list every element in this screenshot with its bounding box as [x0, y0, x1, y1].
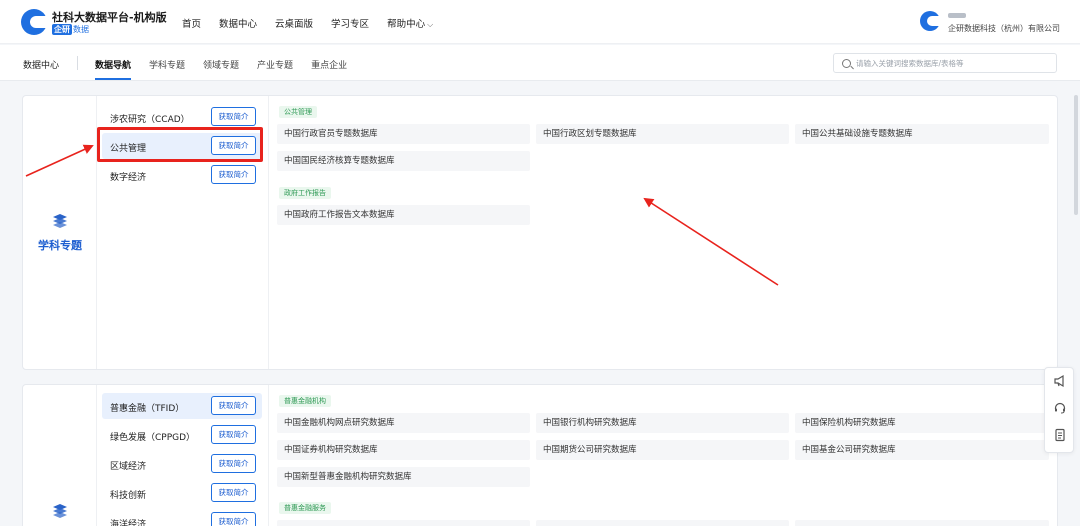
user-name-redacted	[948, 13, 966, 18]
sub-nav-bar: 数据中心 数据导航 学科专题 领域专题 产业专题 重点企业	[0, 45, 1080, 81]
nav-learning[interactable]: 学习专区	[331, 16, 369, 30]
database-item[interactable]: 中国证券机构研究数据库	[277, 440, 530, 460]
nav-help-label: 帮助中心	[387, 19, 426, 30]
group-tag: 普惠金融服务	[279, 502, 331, 514]
database-item[interactable]: 中国银行机构研究数据库	[536, 413, 789, 433]
get-intro-button[interactable]: 获取简介	[211, 107, 256, 126]
top-nav: 首页 数据中心 云桌面版 学习专区 帮助中心 ⌵	[182, 16, 451, 30]
get-intro-button[interactable]: 获取简介	[211, 165, 256, 184]
user-company[interactable]: 企研数据科技（杭州）有限公司	[948, 23, 1060, 34]
category-item-selected[interactable]: 普惠金融（TFID） 获取简介	[102, 393, 262, 419]
category-item-selected[interactable]: 公共管理 获取简介	[102, 133, 262, 159]
group-tag: 普惠金融机构	[279, 395, 331, 407]
get-intro-button[interactable]: 获取简介	[211, 454, 256, 473]
category-list: 普惠金融（TFID） 获取简介 绿色发展（CPPGD） 获取简介 区域经济 获取…	[97, 385, 269, 526]
database-item[interactable]: 中国期货公司研究数据库	[536, 440, 789, 460]
category-label: 公共管理	[110, 144, 147, 154]
tab-key-enterprises[interactable]: 重点企业	[311, 58, 347, 80]
nav-cloud-desktop[interactable]: 云桌面版	[275, 16, 313, 30]
group-tag: 政府工作报告	[279, 187, 331, 199]
search-input[interactable]	[856, 56, 1051, 70]
get-intro-button[interactable]: 获取简介	[211, 512, 256, 526]
category-label: 绿色发展（CPPGD）	[110, 433, 196, 443]
category-list: 涉农研究（CCAD） 获取简介 公共管理 获取简介 数字经济 获取简介	[97, 96, 269, 369]
category-item[interactable]: 数字经济 获取简介	[102, 162, 262, 188]
category-item[interactable]: 绿色发展（CPPGD） 获取简介	[102, 422, 262, 448]
database-item[interactable]: 中国公共基础设施专题数据库	[795, 124, 1049, 144]
database-list: 普惠金融机构 中国金融机构网点研究数据库 中国银行机构研究数据库 中国保险机构研…	[275, 385, 1055, 526]
chevron-down-icon: ⌵	[427, 20, 434, 29]
tab-data-navigation[interactable]: 数据导航	[95, 58, 132, 80]
get-intro-button[interactable]: 获取简介	[211, 483, 256, 502]
category-item[interactable]: 海洋经济 获取简介	[102, 509, 262, 526]
group-tag: 公共管理	[279, 106, 317, 118]
database-item[interactable]: 中国行政官员专题数据库	[277, 124, 530, 144]
sub-nav: 数据导航 学科专题 领域专题 产业专题 重点企业	[95, 58, 365, 80]
category-label: 海洋经济	[110, 520, 147, 526]
layers-icon	[52, 214, 68, 228]
database-item[interactable]: 中国行政区划专题数据库	[536, 124, 789, 144]
nav-home[interactable]: 首页	[182, 16, 201, 30]
tab-subject-topics[interactable]: 学科专题	[149, 58, 185, 80]
database-item-partial[interactable]	[536, 520, 789, 526]
user-avatar-icon[interactable]	[920, 11, 940, 31]
divider	[77, 56, 78, 70]
category-item[interactable]: 涉农研究（CCAD） 获取简介	[102, 104, 262, 130]
brand-sub-text: 数据	[73, 25, 89, 34]
logo-icon[interactable]	[21, 9, 47, 35]
brand-subtitle: 企研 数据	[52, 24, 89, 35]
category-item[interactable]: 区域经济 获取简介	[102, 451, 262, 477]
panel-subject-topics: 学科专题 涉农研究（CCAD） 获取简介 公共管理 获取简介 数字经济 获取简介…	[22, 95, 1058, 370]
database-item[interactable]: 中国金融机构网点研究数据库	[277, 413, 530, 433]
category-label: 区域经济	[110, 462, 147, 472]
layers-icon	[52, 504, 68, 518]
category-item[interactable]: 科技创新 获取简介	[102, 480, 262, 506]
get-intro-button[interactable]: 获取简介	[211, 425, 256, 444]
database-item-partial[interactable]	[277, 520, 530, 526]
panel-title: 学科专题	[38, 239, 82, 252]
database-item[interactable]: 中国新型普惠金融机构研究数据库	[277, 467, 530, 487]
megaphone-icon[interactable]	[1052, 374, 1068, 390]
brand-title[interactable]: 社科大数据平台-机构版	[52, 9, 167, 25]
category-label: 数字经济	[110, 173, 147, 183]
get-intro-button[interactable]: 获取简介	[211, 396, 256, 415]
category-label: 科技创新	[110, 491, 147, 501]
search-box[interactable]	[833, 53, 1057, 73]
panel-domain-topics: 普惠金融（TFID） 获取简介 绿色发展（CPPGD） 获取简介 区域经济 获取…	[22, 384, 1058, 526]
get-intro-button[interactable]: 获取简介	[211, 136, 256, 155]
brand-tag: 企研	[52, 24, 72, 35]
database-item[interactable]: 中国国民经济核算专题数据库	[277, 151, 530, 171]
nav-help-center[interactable]: 帮助中心 ⌵	[387, 16, 433, 30]
scrollbar-thumb[interactable]	[1074, 95, 1078, 215]
database-list: 公共管理 中国行政官员专题数据库 中国行政区划专题数据库 中国公共基础设施专题数…	[275, 96, 1055, 369]
category-label: 普惠金融（TFID）	[110, 404, 185, 414]
floating-toolbar	[1044, 367, 1074, 453]
top-header: 社科大数据平台-机构版 企研 数据 首页 数据中心 云桌面版 学习专区 帮助中心 ⌵…	[0, 0, 1080, 44]
database-item[interactable]: 中国基金公司研究数据库	[795, 440, 1049, 460]
database-item[interactable]: 中国政府工作报告文本数据库	[277, 205, 530, 225]
subnav-data-center[interactable]: 数据中心	[23, 58, 59, 71]
panel-side	[23, 385, 97, 526]
nav-data-center[interactable]: 数据中心	[219, 16, 257, 30]
tab-domain-topics[interactable]: 领域专题	[203, 58, 239, 80]
category-label: 涉农研究（CCAD）	[110, 115, 190, 125]
search-icon[interactable]	[842, 59, 851, 68]
database-item[interactable]: 中国保险机构研究数据库	[795, 413, 1049, 433]
panel-side: 学科专题	[23, 96, 97, 369]
document-icon[interactable]	[1052, 428, 1068, 444]
database-item-partial[interactable]	[795, 520, 1049, 526]
tab-industry-topics[interactable]: 产业专题	[257, 58, 293, 80]
headset-icon[interactable]	[1052, 401, 1068, 417]
